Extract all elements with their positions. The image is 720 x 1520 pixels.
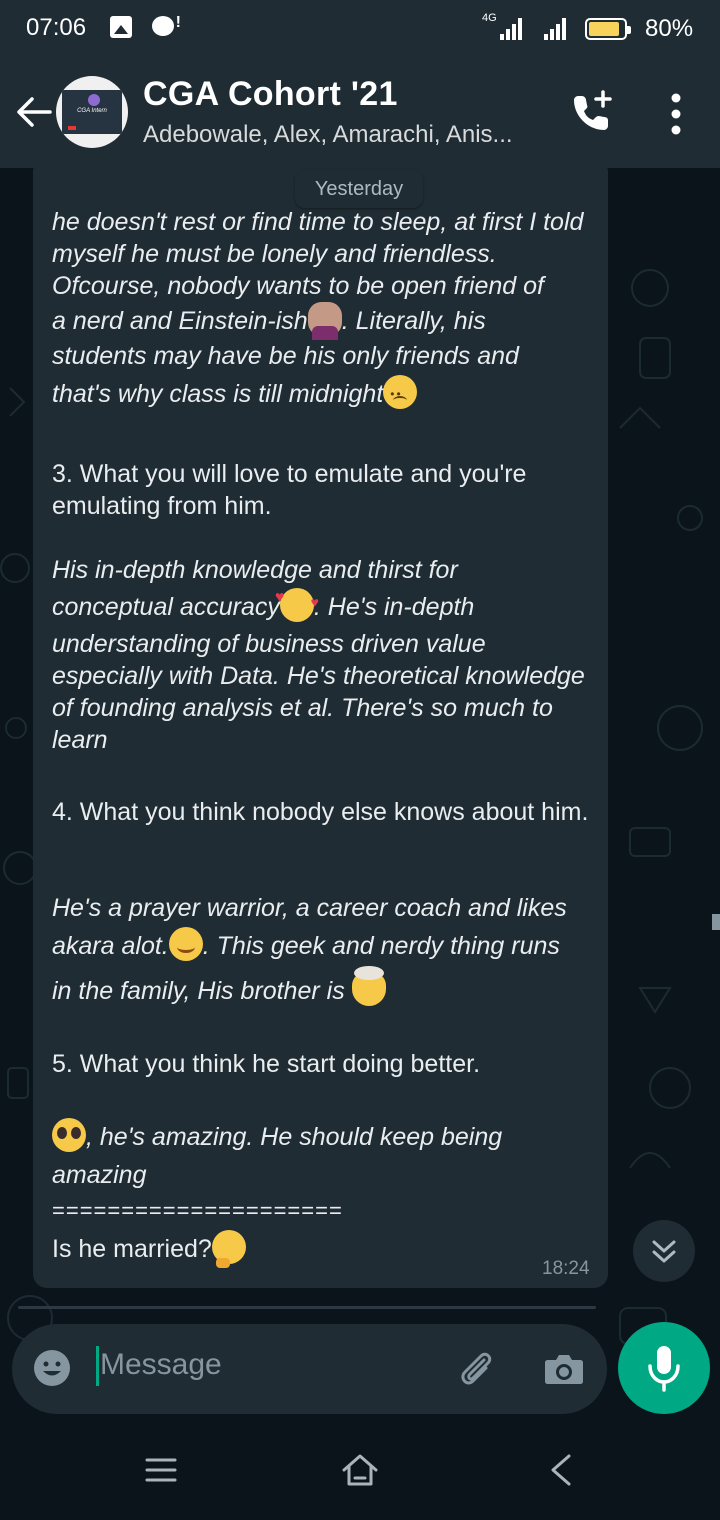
- exploding-head-emoji-icon: [351, 966, 386, 1006]
- attach-icon[interactable]: [454, 1346, 498, 1390]
- message-composer[interactable]: Message: [12, 1324, 607, 1414]
- chat-notification-icon: [152, 14, 181, 36]
- smiling-face-emoji-icon: [168, 927, 203, 961]
- frowning-face-emoji-icon: [383, 375, 418, 410]
- question-3: 3. What you will love to emulate and you…: [52, 460, 527, 520]
- add-call-icon[interactable]: [570, 90, 614, 134]
- avatar-face: [88, 94, 100, 106]
- battery-icon: [585, 18, 631, 40]
- mic-button[interactable]: [618, 1322, 710, 1414]
- signal-icon-2: [544, 18, 574, 40]
- camera-icon[interactable]: [542, 1346, 586, 1390]
- battery-percent: 80%: [645, 15, 694, 42]
- thinking-face-emoji-icon: [211, 1230, 246, 1268]
- divider: [18, 1306, 596, 1309]
- menu-icon[interactable]: [141, 1450, 181, 1490]
- home-icon[interactable]: [340, 1450, 380, 1490]
- system-nav-bar: [0, 1420, 720, 1520]
- more-vert-icon[interactable]: [662, 92, 690, 136]
- network-type: 4G: [482, 12, 497, 24]
- emoji-icon[interactable]: [32, 1348, 72, 1388]
- pleading-face-emoji-icon: [52, 1118, 86, 1152]
- signal-icon: [500, 18, 530, 40]
- answer-4: He's a prayer warrior, a career coach an…: [52, 894, 567, 1006]
- chat-area[interactable]: Yesterday he doesn't rest or find time t…: [0, 168, 720, 1420]
- message-input[interactable]: Message: [100, 1348, 222, 1382]
- question-4: 4. What you think nobody else knows abou…: [52, 798, 589, 826]
- smiling-face-with-hearts-emoji-icon: [275, 582, 319, 622]
- scroll-down-button[interactable]: [633, 1220, 695, 1282]
- back-nav-icon[interactable]: [541, 1450, 581, 1490]
- person-shrugging-emoji-icon: [307, 302, 342, 340]
- answer-5: , he's amazing. He should keep being ama…: [52, 1118, 597, 1197]
- group-avatar[interactable]: CGA Intern: [56, 76, 128, 148]
- status-time: 07:06: [26, 14, 87, 41]
- chat-header: CGA Intern CGA Cohort '21 Adebowale, Ale…: [0, 58, 720, 168]
- date-chip: Yesterday: [295, 170, 423, 208]
- text-cursor: [96, 1346, 99, 1386]
- scroll-indicator: [712, 914, 720, 930]
- avatar-text: CGA Intern: [77, 108, 107, 114]
- status-bar: 07:06 4G 80%: [0, 0, 720, 58]
- message-paragraph-1: he doesn't rest or find time to sleep, a…: [52, 206, 597, 410]
- message-time: 18:24: [542, 1258, 590, 1279]
- chevron-down-icon: [652, 1240, 676, 1263]
- gallery-notification-icon: [110, 16, 132, 38]
- back-arrow-icon[interactable]: [14, 94, 54, 130]
- answer-3: His in-depth knowledge and thirst for co…: [52, 554, 597, 756]
- last-message-line: Is he married?: [52, 1230, 597, 1268]
- question-5: 5. What you think he start doing better.: [52, 1050, 481, 1078]
- chat-subtitle[interactable]: Adebowale, Alex, Amarachi, Anis...: [143, 121, 513, 149]
- separator-line: =====================: [52, 1198, 343, 1223]
- chat-title[interactable]: CGA Cohort '21: [143, 75, 398, 114]
- mic-icon: [648, 1346, 680, 1392]
